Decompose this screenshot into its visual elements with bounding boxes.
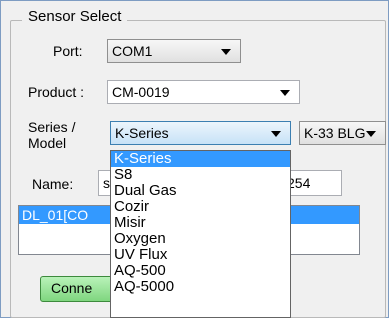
chevron-down-icon[interactable] xyxy=(280,90,290,96)
series-value: K-Series xyxy=(115,125,169,141)
model-value: K-33 BLG xyxy=(304,125,366,141)
port-select[interactable]: COM1 xyxy=(107,39,241,63)
product-label: Product : xyxy=(28,84,85,100)
series-label-line2: Model xyxy=(28,135,67,151)
chevron-down-icon[interactable] xyxy=(221,49,231,55)
port-value: COM1 xyxy=(112,43,153,59)
dropdown-option-cozir[interactable]: Cozir xyxy=(111,199,290,215)
dropdown-option-k-series[interactable]: K-Series xyxy=(111,151,290,167)
model-select[interactable]: K-33 BLG xyxy=(299,121,386,145)
chevron-down-icon[interactable] xyxy=(366,131,376,137)
product-value: CM-0019 xyxy=(112,84,170,100)
name-value-left: s xyxy=(103,175,110,191)
series-select[interactable]: K-Series xyxy=(110,121,291,145)
dropdown-option-aq-5000[interactable]: AQ-5000 xyxy=(111,279,290,295)
series-label-line1: Series / xyxy=(28,119,76,135)
product-select[interactable]: CM-0019 xyxy=(107,80,300,104)
dropdown-option-dual-gas[interactable]: Dual Gas xyxy=(111,183,290,199)
dropdown-option-s8[interactable]: S8 xyxy=(111,167,290,183)
dropdown-option-aq-500[interactable]: AQ-500 xyxy=(111,263,290,279)
dropdown-option-misir[interactable]: Misir xyxy=(111,215,290,231)
group-title: Sensor Select xyxy=(22,8,128,25)
port-label: Port: xyxy=(53,43,83,59)
dropdown-option-uv-flux[interactable]: UV Flux xyxy=(111,247,290,263)
series-dropdown-list[interactable]: K-Series S8 Dual Gas Cozir Misir Oxygen … xyxy=(110,150,291,318)
name-label: Name: xyxy=(32,176,74,192)
dropdown-option-oxygen[interactable]: Oxygen xyxy=(111,231,290,247)
chevron-down-icon[interactable] xyxy=(271,131,281,137)
